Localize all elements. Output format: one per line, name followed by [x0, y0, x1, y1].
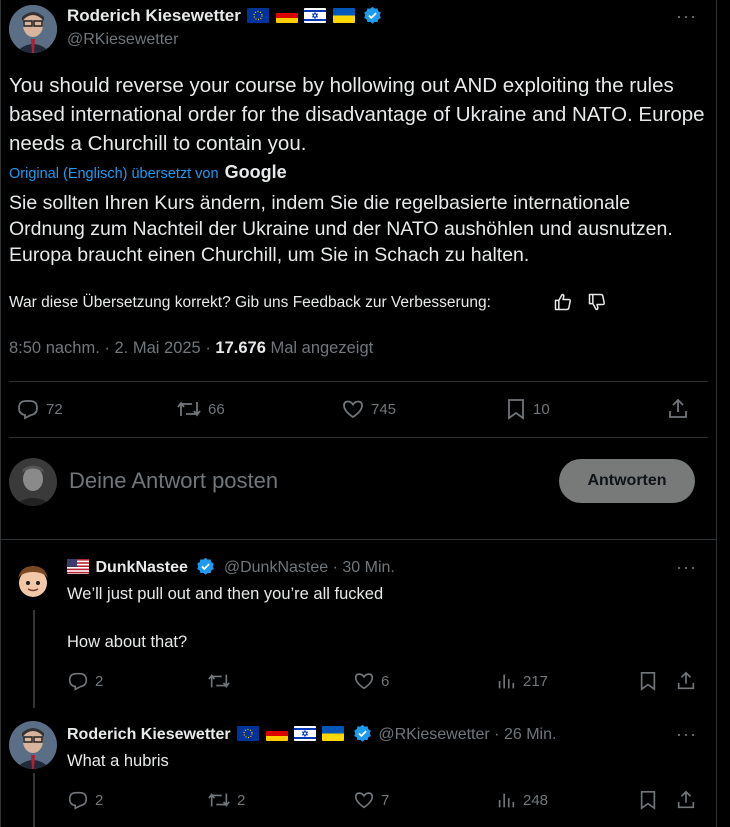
- like-count: 6: [381, 672, 390, 690]
- reply-author-name[interactable]: Roderich Kiesewetter: [67, 726, 231, 743]
- eu-flag-icon: [237, 726, 260, 741]
- reply-time[interactable]: 30 Min.: [342, 559, 394, 576]
- views-icon: [498, 793, 515, 808]
- repost-count: 66: [208, 400, 225, 418]
- germany-flag-icon: [265, 726, 288, 741]
- more-icon[interactable]: ···: [676, 724, 697, 745]
- reply-button[interactable]: 72: [16, 397, 63, 421]
- timestamp-row: 8:50 nachm. · 2. Mai 2025 · 17.676 Mal a…: [9, 339, 374, 357]
- like-count: 7: [381, 791, 390, 809]
- like-count: 745: [371, 400, 397, 418]
- more-icon[interactable]: ···: [676, 6, 697, 27]
- like-button[interactable]: 6: [353, 670, 389, 692]
- author-handle[interactable]: @RKiesewetter: [67, 31, 178, 49]
- reply-count: 72: [46, 400, 63, 418]
- bookmark-icon: [640, 672, 656, 691]
- germany-flag-icon: [275, 8, 298, 23]
- reply-header: Roderich Kiesewetter @RKiesewetter · 26 …: [67, 724, 557, 743]
- reply-handle[interactable]: @DunkNastee: [224, 559, 328, 576]
- user-avatar[interactable]: [9, 458, 57, 506]
- share-button[interactable]: [675, 670, 703, 692]
- tweet-date[interactable]: 2. Mai 2025: [115, 339, 201, 357]
- reply-count: 2: [95, 791, 104, 809]
- more-icon[interactable]: ···: [676, 557, 697, 578]
- like-icon: [354, 673, 374, 690]
- views-icon: [498, 674, 515, 689]
- repost-button[interactable]: 66: [176, 397, 225, 421]
- repost-count: 2: [237, 791, 246, 809]
- like-button[interactable]: 7: [353, 789, 389, 811]
- reply-input[interactable]: Deine Antwort posten: [69, 468, 278, 494]
- repost-icon: [208, 793, 230, 807]
- reply-count: 2: [95, 672, 104, 690]
- reply-time[interactable]: 26 Min.: [504, 726, 556, 743]
- views-button[interactable]: 217: [495, 670, 548, 692]
- bookmark-count: 10: [533, 400, 550, 418]
- reply-icon: [18, 400, 38, 420]
- share-button[interactable]: [675, 789, 703, 811]
- reply-icon: [68, 791, 88, 810]
- share-icon: [677, 790, 695, 809]
- verified-badge-icon: [353, 724, 372, 743]
- views-count: 17.676: [215, 339, 266, 357]
- israel-flag-icon: [304, 8, 327, 23]
- author-avatar[interactable]: [9, 5, 57, 53]
- views-label: Mal angezeigt: [270, 339, 374, 357]
- thread-line: [33, 773, 35, 827]
- google-logo: Google: [224, 162, 287, 182]
- repost-button[interactable]: 2: [207, 789, 245, 811]
- views-count: 248: [523, 791, 549, 809]
- reply-avatar[interactable]: [9, 558, 57, 606]
- reply-button[interactable]: 2: [67, 670, 103, 692]
- translated-text: Sie sollten Ihren Kurs ändern, indem Sie…: [9, 192, 673, 266]
- author-name-row[interactable]: Roderich Kiesewetter: [67, 6, 382, 26]
- ukraine-flag-icon: [322, 726, 345, 741]
- bookmark-icon: [508, 399, 524, 420]
- like-icon: [343, 400, 363, 419]
- thumbs-down-icon[interactable]: [587, 292, 607, 317]
- translation-label: Original (Englisch) übersetzt von: [9, 166, 219, 182]
- tweet-time[interactable]: 8:50 nachm.: [9, 339, 100, 357]
- bookmark-button[interactable]: [638, 670, 664, 692]
- tweet-text: You should reverse your course by hollow…: [9, 74, 705, 155]
- repost-icon: [208, 674, 230, 688]
- feedback-prompt: War diese Übersetzung korrekt? Gib uns F…: [9, 294, 491, 312]
- reply-text-line: How about that?: [67, 633, 188, 651]
- divider: [0, 539, 716, 540]
- eu-flag-icon: [247, 8, 270, 23]
- divider: [9, 437, 708, 438]
- israel-flag-icon: [293, 726, 316, 741]
- views-count: 217: [523, 672, 549, 690]
- bookmark-button[interactable]: [638, 789, 664, 811]
- reply-icon: [68, 672, 88, 691]
- bookmark-icon: [640, 791, 656, 810]
- author-name[interactable]: Roderich Kiesewetter: [67, 6, 241, 25]
- repost-button[interactable]: [207, 670, 237, 692]
- reply-header: DunkNastee @DunkNastee · 30 Min.: [67, 557, 395, 577]
- like-icon: [354, 792, 374, 809]
- reply-text-line: We’ll just pull out and then you’re all …: [67, 585, 384, 603]
- repost-icon: [177, 401, 201, 417]
- bookmark-button[interactable]: 10: [505, 397, 550, 421]
- like-button[interactable]: 745: [341, 397, 396, 421]
- divider: [9, 381, 708, 382]
- usa-flag-icon: [67, 559, 89, 574]
- share-button[interactable]: [666, 397, 696, 421]
- reply-submit-button[interactable]: Antworten: [559, 459, 695, 503]
- share-icon: [677, 671, 695, 690]
- share-icon: [669, 398, 687, 418]
- reply-text-line: What a hubris: [67, 752, 169, 770]
- reply-button[interactable]: 2: [67, 789, 103, 811]
- reply-author-name[interactable]: DunkNastee: [95, 559, 187, 576]
- thread-line: [33, 610, 35, 708]
- translation-attribution[interactable]: Original (Englisch) übersetzt von Google: [9, 162, 287, 183]
- views-button[interactable]: 248: [495, 789, 548, 811]
- reply-handle[interactable]: @RKiesewetter: [378, 726, 489, 743]
- verified-badge-icon: [363, 6, 382, 25]
- thumbs-up-icon[interactable]: [553, 292, 573, 317]
- verified-badge-icon: [196, 557, 215, 576]
- ukraine-flag-icon: [332, 8, 355, 23]
- feedback-text: War diese Übersetzung korrekt? Gib uns F…: [9, 294, 491, 311]
- reply-avatar[interactable]: [9, 721, 57, 769]
